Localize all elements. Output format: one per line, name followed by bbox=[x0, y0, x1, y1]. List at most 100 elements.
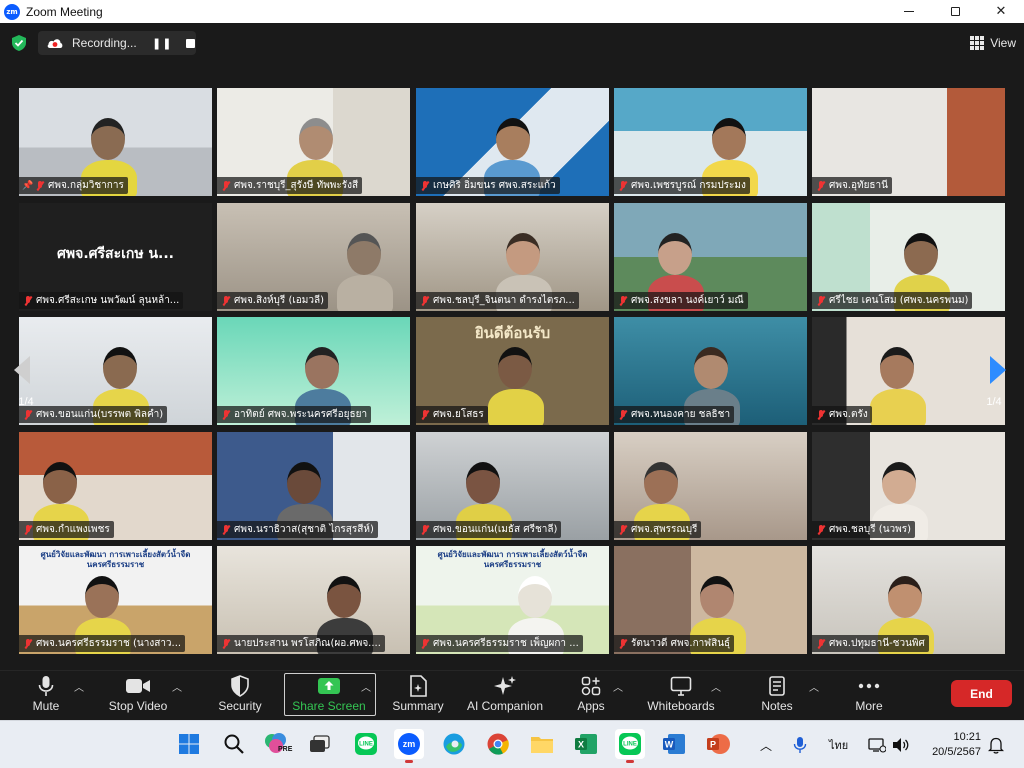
participant-name: ศพจ.ยโสธร bbox=[433, 409, 484, 420]
summary-button[interactable]: Summary bbox=[390, 673, 446, 717]
ai-companion-label: AI Companion bbox=[466, 699, 544, 713]
audio-options-chevron-icon[interactable]: ︿ bbox=[74, 679, 84, 694]
minimize-button[interactable] bbox=[886, 0, 932, 23]
participant-video-tile[interactable]: ศพจ.ขอนแก่น(เมธัส ศรีชาลี) bbox=[416, 432, 609, 540]
notifications-bell-icon[interactable] bbox=[988, 721, 1004, 768]
muted-microphone-icon bbox=[815, 524, 827, 536]
encryption-shield-icon[interactable] bbox=[10, 34, 28, 52]
participant-head bbox=[694, 347, 728, 389]
show-hidden-icons-chevron-icon[interactable]: ︿ bbox=[760, 721, 772, 768]
participant-video-tile[interactable]: ศพจ.หนองคาย ชลธิชา bbox=[614, 317, 807, 425]
more-button[interactable]: More bbox=[852, 673, 886, 717]
participant-name-bar: ศพจ.สุพรรณบุรี bbox=[614, 521, 702, 538]
mute-button[interactable]: Mute bbox=[28, 673, 64, 717]
edge-browser-icon[interactable] bbox=[439, 729, 469, 759]
file-explorer-icon[interactable] bbox=[527, 729, 557, 759]
video-options-chevron-icon[interactable]: ︿ bbox=[172, 679, 182, 694]
stop-video-label: Stop Video bbox=[108, 699, 168, 713]
participant-head bbox=[506, 233, 540, 275]
muted-microphone-icon bbox=[617, 409, 629, 421]
participant-head bbox=[299, 118, 333, 160]
ai-sparkle-icon bbox=[493, 673, 517, 699]
svg-text:P: P bbox=[710, 740, 716, 750]
notes-label: Notes bbox=[761, 699, 793, 713]
mute-label: Mute bbox=[32, 699, 60, 713]
participant-video-tile[interactable]: ศพจ.ศรีสะเกษ น... ศพจ.ศรีสะเกษ นพวัฒน์ ลุ… bbox=[19, 203, 212, 311]
apps-options-chevron-icon[interactable]: ︿ bbox=[613, 679, 623, 694]
more-dots-icon bbox=[858, 673, 880, 699]
title-bar: zm Zoom Meeting ✕ bbox=[0, 0, 1024, 23]
participant-name-bar: อาทิตย์ ศพจ.พระนครศรีอยุธยา bbox=[217, 406, 372, 423]
pause-recording-icon[interactable]: ❚❚ bbox=[152, 37, 172, 50]
participant-name: ศพจ.นราธิวาส(สุชาติ ไกรสุรสีห์) bbox=[234, 524, 374, 535]
zoom-app-icon[interactable]: zm bbox=[394, 729, 424, 763]
network-icon[interactable] bbox=[868, 721, 886, 768]
minimize-icon bbox=[904, 11, 914, 12]
participant-name-bar: ศพจ.ชลบุรี (นวพร) bbox=[812, 521, 916, 538]
participant-background-banner: ศูนย์วิจัยและพัฒนา การเพาะเลี้ยงสัตว์น้ำ… bbox=[40, 550, 191, 569]
windows-start-icon[interactable] bbox=[174, 729, 204, 759]
participant-video-tile[interactable]: ศพจ.ชลบุรี (นวพร) bbox=[812, 432, 1005, 540]
participant-video-tile[interactable]: เกษศิริ อิ่มขนร ศพจ.สระแก้ว bbox=[416, 88, 609, 196]
next-page-button[interactable]: 1/4 bbox=[974, 356, 1014, 408]
view-button[interactable]: View bbox=[956, 32, 1016, 54]
participant-video-tile[interactable]: ศพจ.กำแพงเพชร bbox=[19, 432, 212, 540]
notes-button[interactable]: Notes bbox=[758, 673, 796, 717]
close-button[interactable]: ✕ bbox=[978, 0, 1024, 23]
line-app-icon[interactable]: LINE bbox=[351, 729, 381, 759]
volume-icon[interactable] bbox=[892, 721, 910, 768]
participant-name-bar: ศพจ.สงขลา นงค์เยาว์ มณี bbox=[614, 292, 748, 309]
whiteboards-options-chevron-icon[interactable]: ︿ bbox=[711, 679, 721, 694]
participant-video-tile[interactable]: ศพจ.ขอนแก่น(บรรพต พิลคำ) bbox=[19, 317, 212, 425]
participant-video-tile[interactable]: อาทิตย์ ศพจ.พระนครศรีอยุธยา bbox=[217, 317, 410, 425]
cloud-recording-icon bbox=[47, 39, 63, 48]
taskbar-clock[interactable]: 10:21 20/5/2567 bbox=[932, 730, 981, 760]
excel-icon[interactable]: X bbox=[571, 729, 601, 759]
participant-video-tile[interactable]: ศพจ.เพชรบูรณ์ กรมประมง bbox=[614, 88, 807, 196]
end-meeting-button[interactable]: End bbox=[951, 680, 1012, 707]
participant-video-tile[interactable]: ยินดีต้อนรับ ศพจ.ยโสธร bbox=[416, 317, 609, 425]
participant-name-bar: ศพจ.อุทัยธานี bbox=[812, 177, 892, 194]
zoom-meeting-window: zm Zoom Meeting ✕ Recording... ❚❚ View 📌… bbox=[0, 0, 1024, 768]
participant-video-tile[interactable]: ศพจ.สิงห์บุรี (เอมวลี) bbox=[217, 203, 410, 311]
participant-name: ศพจ.ขอนแก่น(เมธัส ศรีชาลี) bbox=[433, 524, 558, 535]
summary-document-icon bbox=[408, 673, 428, 699]
stop-recording-icon[interactable] bbox=[186, 38, 196, 48]
participant-video-tile[interactable]: รัตนาวดี ศพจ.กาฬสินธุ์ bbox=[614, 546, 807, 654]
participant-video-tile[interactable]: ศพจ.ชลบุรี_จินตนา ดำรงไตรภ... bbox=[416, 203, 609, 311]
restore-button[interactable] bbox=[932, 0, 978, 23]
participant-video-tile[interactable]: ศพจ.อุทัยธานี bbox=[812, 88, 1005, 196]
copilot-icon[interactable]: PRE bbox=[261, 729, 292, 759]
word-icon[interactable]: W bbox=[659, 729, 689, 759]
apps-button[interactable]: Apps bbox=[574, 673, 608, 717]
whiteboards-button[interactable]: Whiteboards bbox=[646, 673, 716, 717]
powerpoint-icon[interactable]: P bbox=[703, 729, 733, 759]
muted-microphone-icon bbox=[617, 524, 629, 536]
participant-video-tile[interactable]: ศพจ.สุพรรณบุรี bbox=[614, 432, 807, 540]
meeting-controls-toolbar: Mute ︿ Stop Video ︿ Security Share Scree… bbox=[0, 670, 1024, 720]
tray-microphone-icon[interactable] bbox=[793, 721, 807, 768]
participant-video-tile[interactable]: นายประสาน พรโสภิณ(ผอ.ศพจ.... bbox=[217, 546, 410, 654]
notes-options-chevron-icon[interactable]: ︿ bbox=[809, 679, 819, 694]
participant-video-tile[interactable]: ศูนย์วิจัยและพัฒนา การเพาะเลี้ยงสัตว์น้ำ… bbox=[19, 546, 212, 654]
participant-video-tile[interactable]: ศูนย์วิจัยและพัฒนา การเพาะเลี้ยงสัตว์น้ำ… bbox=[416, 546, 609, 654]
participant-video-tile[interactable]: 📌 ศพจ.กลุ่มวิชาการ bbox=[19, 88, 212, 196]
previous-page-button[interactable]: 1/4 bbox=[6, 356, 46, 408]
muted-microphone-icon bbox=[617, 295, 629, 307]
participant-video-tile[interactable]: ศพจ.ปทุมธานี-ชวนพิศ bbox=[812, 546, 1005, 654]
participant-name: ศรีไชย เคนโสม (ศพจ.นครพนม) bbox=[829, 295, 969, 306]
task-view-icon[interactable] bbox=[305, 729, 335, 759]
input-language-indicator[interactable]: ไทย bbox=[829, 721, 848, 768]
ai-companion-button[interactable]: AI Companion bbox=[465, 673, 545, 717]
participant-video-tile[interactable]: ศพจ.สงขลา นงค์เยาว์ มณี bbox=[614, 203, 807, 311]
participant-video-tile[interactable]: ศพจ.นราธิวาส(สุชาติ ไกรสุรสีห์) bbox=[217, 432, 410, 540]
line-app-active-icon[interactable]: LINE bbox=[615, 729, 645, 763]
chrome-browser-icon[interactable] bbox=[483, 729, 513, 759]
security-button[interactable]: Security bbox=[214, 673, 266, 717]
participant-video-tile[interactable]: ศพจ.ราชบุรี_สุรังษี ทัพพะรังสี bbox=[217, 88, 410, 196]
stop-video-button[interactable]: Stop Video bbox=[105, 673, 171, 717]
participant-video-tile[interactable]: ศรีไชย เคนโสม (ศพจ.นครพนม) bbox=[812, 203, 1005, 311]
video-gallery: 📌 ศพจ.กลุ่มวิชาการ ศพจ.ราชบุรี_สุรังษี ทัพ… bbox=[19, 88, 1005, 654]
grid-view-icon bbox=[970, 36, 985, 50]
taskbar-search-icon[interactable] bbox=[219, 729, 249, 759]
